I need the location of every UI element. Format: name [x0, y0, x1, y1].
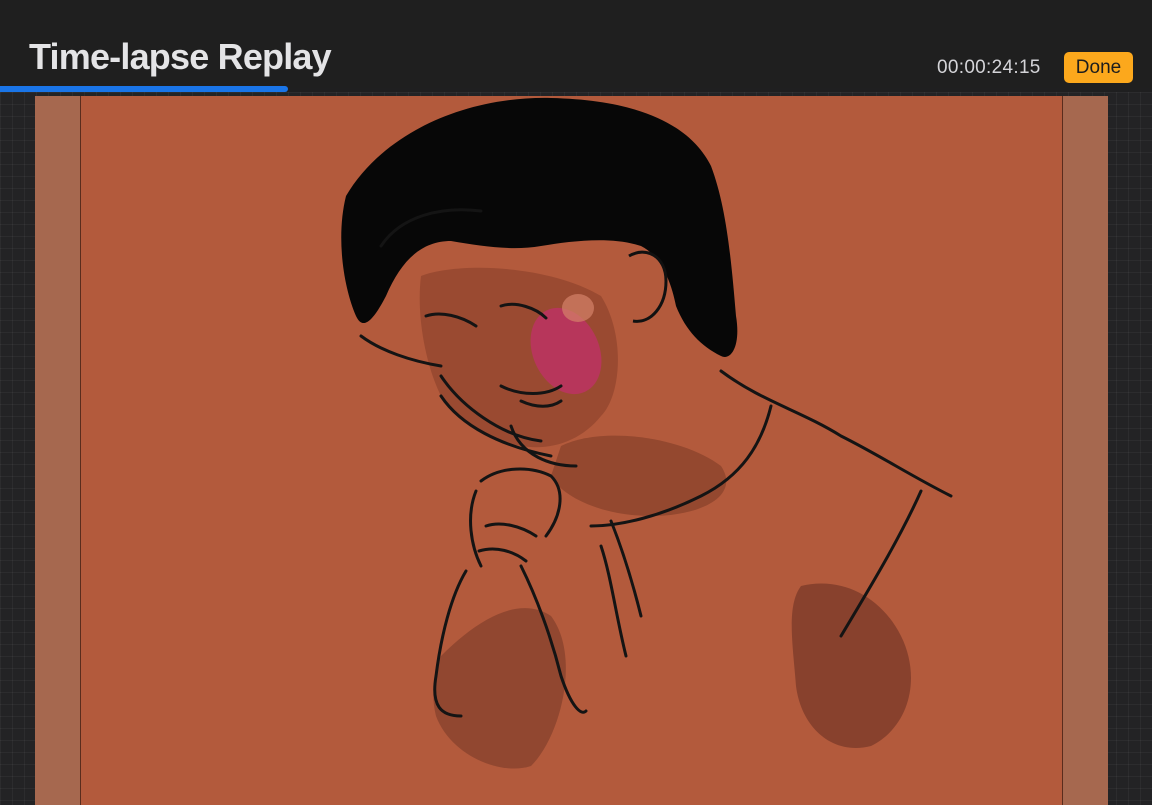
page-title: Time-lapse Replay [29, 36, 332, 77]
timecode-display: 00:00:24:15 [937, 57, 1041, 78]
done-button[interactable]: Done [1064, 52, 1133, 83]
artwork-illustration [341, 97, 953, 769]
drawing-canvas[interactable] [80, 96, 1063, 805]
top-bar: Time-lapse Replay 00:00:24:15 Done [0, 0, 1152, 88]
